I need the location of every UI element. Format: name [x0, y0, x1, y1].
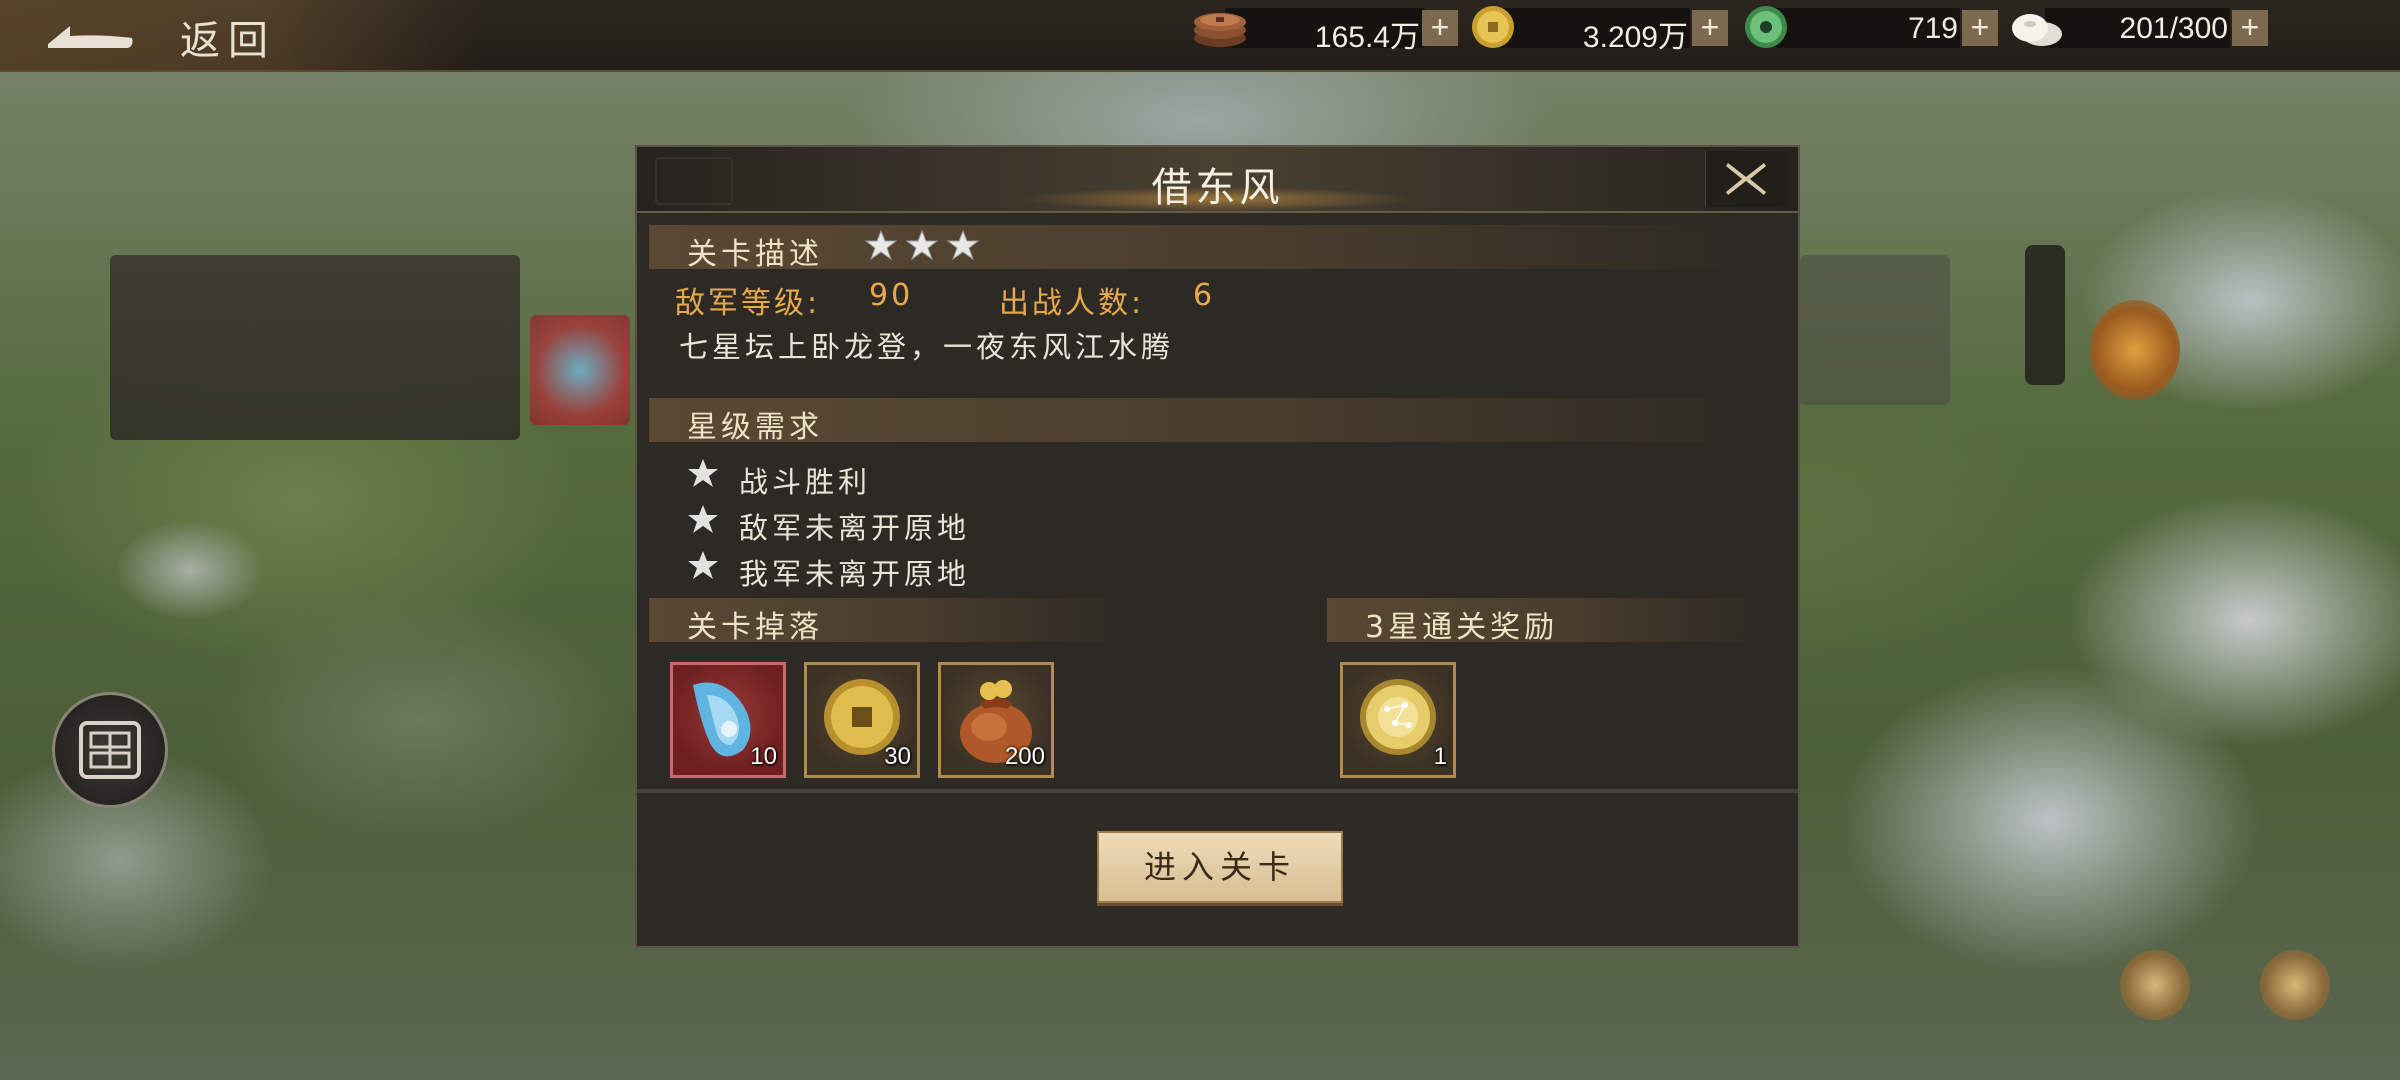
stamina-value: 201/300	[2119, 12, 2228, 45]
add-copper-coins-button[interactable]: +	[1422, 10, 1458, 46]
scroll-pattern-icon	[79, 721, 141, 779]
item-count: 10	[750, 743, 777, 770]
requirement-text: 我军未离开原地	[739, 557, 971, 591]
gold-coin-value: 3.209万	[1582, 21, 1688, 54]
add-stamina-button[interactable]: +	[2232, 10, 2268, 46]
map-marker	[115, 520, 265, 620]
copper-coins-value: 165.4万	[1314, 21, 1420, 54]
map-building	[110, 255, 520, 440]
drop-item-slot[interactable]: 30	[804, 662, 920, 778]
add-jade-button[interactable]: +	[1962, 10, 1998, 46]
reward-item-slot[interactable]: 1	[1340, 662, 1456, 778]
map-marker	[2120, 950, 2190, 1020]
enter-stage-button[interactable]: 进入关卡	[1097, 831, 1343, 903]
map-marker	[2090, 300, 2180, 400]
star-icon	[864, 229, 898, 261]
stage-description: 七星坛上卧龙登，一夜东风江水腾	[679, 330, 1175, 364]
close-button[interactable]	[1705, 151, 1786, 207]
dialog-divider	[637, 789, 1798, 793]
description-section-header: 关卡描述	[649, 225, 1749, 272]
requirement-text: 敌军未离开原地	[739, 511, 971, 545]
item-count: 1	[1433, 743, 1447, 770]
requirements-section-header: 星级需求	[649, 398, 1749, 445]
star-icon	[688, 459, 718, 487]
close-icon	[1726, 163, 1766, 195]
star-icon	[688, 551, 718, 579]
star-icon	[688, 505, 718, 533]
map-marker	[530, 315, 630, 425]
requirement-text: 战斗胜利	[739, 465, 872, 499]
drops-section-header: 关卡掉落	[649, 598, 1119, 645]
back-button[interactable]: 返回	[180, 8, 276, 66]
star-icon	[905, 229, 939, 261]
top-bar: 返回 165.4万 + 3.209万 + 719 + 201/300 +	[0, 0, 2400, 72]
map-tower	[2025, 245, 2065, 385]
requirements-section-label: 星级需求	[687, 410, 823, 445]
back-arrow-icon[interactable]	[40, 18, 140, 54]
add-gold-coin-button[interactable]: +	[1692, 10, 1728, 46]
map-building	[1800, 255, 1950, 405]
reward-section-header: 3星通关奖励	[1327, 598, 1757, 645]
difficulty-stars	[864, 229, 983, 265]
battle-count-label: 出战人数:	[999, 286, 1145, 321]
description-section-label: 关卡描述	[687, 237, 823, 272]
reward-section-label: 3星通关奖励	[1365, 610, 1559, 645]
stage-detail-dialog: 借东风 关卡描述 敌军等级: 90 出战人数: 6 七星坛上卧龙登，一夜东风江水…	[635, 145, 1800, 948]
battle-count-value: 6	[1193, 278, 1216, 313]
item-count: 200	[1004, 743, 1045, 770]
item-count: 30	[884, 743, 911, 770]
jade-value: 719	[1907, 12, 1958, 45]
enemy-level-label: 敌军等级:	[675, 286, 821, 321]
drop-item-slot[interactable]: 10	[670, 662, 786, 778]
dialog-title: 借东风	[1151, 165, 1284, 211]
dialog-header: 借东风	[637, 147, 1798, 213]
enemy-level-value: 90	[869, 278, 914, 313]
drop-item-slot[interactable]: 200	[938, 662, 1054, 778]
map-marker	[2260, 950, 2330, 1020]
map-menu-button[interactable]	[52, 692, 168, 808]
drops-section-label: 关卡掉落	[687, 610, 823, 645]
star-icon	[946, 229, 980, 261]
